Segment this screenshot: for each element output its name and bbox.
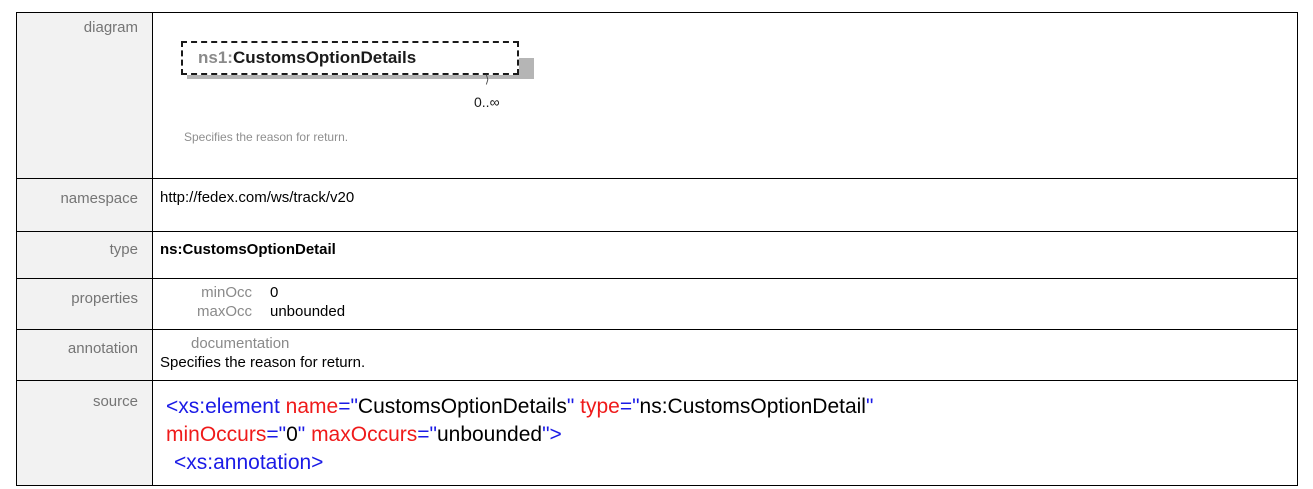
source-tag-open: <xs:element <box>166 395 286 418</box>
source-quote: " <box>566 395 581 418</box>
type-label: type <box>16 231 153 279</box>
diagram-element-box[interactable]: ns1:CustomsOptionDetails <box>181 41 519 75</box>
property-value-minocc: 0 <box>270 284 279 301</box>
row-properties: properties minOcc 0 maxOcc unbounded <box>16 278 1298 330</box>
row-diagram: diagram ns1:CustomsOptionDetails ⟩ 0..∞ … <box>16 12 1298 179</box>
source-line-2: minOccurs="0" maxOccurs="unbounded"> <box>166 421 1291 449</box>
diagram-doc-text: Specifies the reason for return. <box>184 130 349 144</box>
source-line-3: <xs:annotation> <box>166 449 1291 477</box>
source-eq: =" <box>417 423 437 446</box>
annotation-value: Specifies the reason for return. <box>160 354 366 371</box>
properties-label: properties <box>16 278 153 330</box>
source-attr-type: type <box>580 395 620 418</box>
namespace-value: http://fedex.com/ws/track/v20 <box>152 178 1298 232</box>
source-value-maxoccurs: unbounded <box>436 423 543 446</box>
diagram-cell: ns1:CustomsOptionDetails ⟩ 0..∞ Specifie… <box>152 12 1298 179</box>
source-attr-minoccurs: minOccurs <box>166 423 267 446</box>
namespace-label: namespace <box>16 178 153 232</box>
properties-cell: minOcc 0 maxOcc unbounded <box>152 278 1298 330</box>
diagram-multiplicity-icon: ⟩ <box>485 74 490 86</box>
source-eq: =" <box>338 395 358 418</box>
source-cell: <xs:element name="CustomsOptionDetails" … <box>152 380 1298 486</box>
source-quote: " <box>865 395 874 418</box>
element-doc-table: diagram ns1:CustomsOptionDetails ⟩ 0..∞ … <box>16 12 1298 486</box>
row-annotation: annotation documentation Specifies the r… <box>16 329 1298 381</box>
source-tag-close: "> <box>542 423 562 446</box>
row-namespace: namespace http://fedex.com/ws/track/v20 <box>16 178 1298 232</box>
source-eq: =" <box>619 395 640 418</box>
property-key-maxocc: maxOcc <box>196 303 252 320</box>
diagram-occurrence: 0..∞ <box>474 94 500 110</box>
source-annotation-tag: <xs:annotation> <box>174 451 324 474</box>
source-value-minoccurs: 0 <box>286 423 298 446</box>
element-diagram: ns1:CustomsOptionDetails ⟩ 0..∞ Specifie… <box>160 17 560 167</box>
diagram-element-name: CustomsOptionDetails <box>232 48 417 67</box>
type-value[interactable]: ns:CustomsOptionDetail <box>152 231 1298 279</box>
source-value-name: CustomsOptionDetails <box>357 395 567 418</box>
source-attr-name: name <box>285 395 339 418</box>
source-quote: " <box>297 423 312 446</box>
row-source: source <xs:element name="CustomsOptionDe… <box>16 380 1298 486</box>
annotation-label: annotation <box>16 329 153 381</box>
source-eq: =" <box>266 423 287 446</box>
annotation-key: documentation <box>191 335 290 352</box>
diagram-element-prefix: ns1: <box>198 48 233 67</box>
source-label: source <box>16 380 153 486</box>
property-key-minocc: minOcc <box>201 284 252 301</box>
annotation-cell: documentation Specifies the reason for r… <box>152 329 1298 381</box>
diagram-label: diagram <box>16 12 153 179</box>
source-attr-maxoccurs: maxOccurs <box>311 423 418 446</box>
property-value-maxocc: unbounded <box>270 303 346 320</box>
source-line-1: <xs:element name="CustomsOptionDetails" … <box>166 393 1291 421</box>
row-type: type ns:CustomsOptionDetail <box>16 231 1298 279</box>
page: diagram ns1:CustomsOptionDetails ⟩ 0..∞ … <box>0 0 1313 489</box>
source-value-type: ns:CustomsOptionDetail <box>639 395 866 418</box>
properties-list: minOcc 0 maxOcc unbounded <box>160 283 1291 321</box>
source-code: <xs:element name="CustomsOptionDetails" … <box>160 385 1291 477</box>
